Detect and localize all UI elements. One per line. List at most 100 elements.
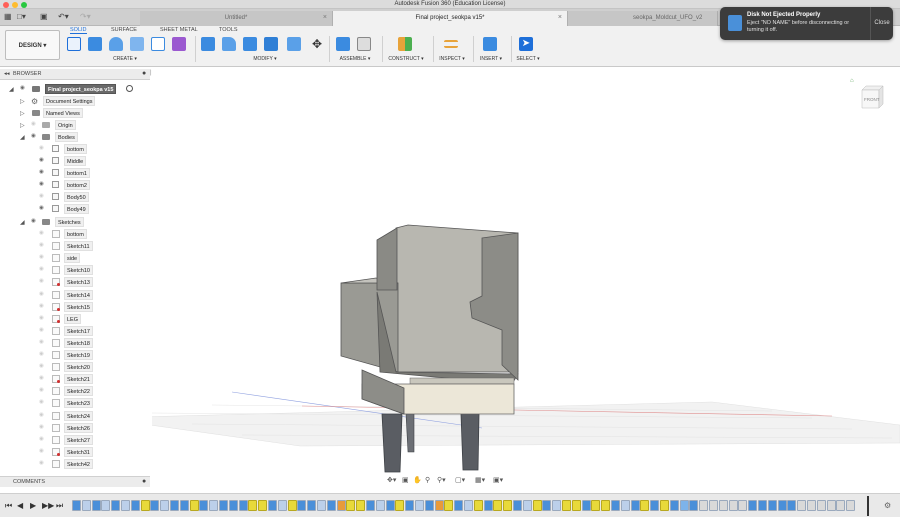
timeline-feature-icon[interactable] <box>415 500 424 511</box>
timeline-feature-icon[interactable] <box>277 500 287 511</box>
go-to-end-icon[interactable]: ⏭ <box>56 501 63 511</box>
body-item[interactable]: ◉ bottom2 <box>0 180 150 191</box>
timeline-feature-icon[interactable] <box>258 500 268 511</box>
timeline-feature-icon[interactable] <box>728 500 738 511</box>
insert-image-icon[interactable] <box>483 37 497 51</box>
timeline-feature-icon[interactable] <box>601 500 611 511</box>
chevron-down-icon[interactable]: ◢ <box>20 219 25 226</box>
tab-final-project[interactable]: Final project_seokpa v15* × <box>333 11 568 26</box>
timeline-feature-icon[interactable] <box>748 500 758 511</box>
timeline-feature-icon[interactable] <box>493 500 503 511</box>
timeline-feature-icon[interactable] <box>189 500 199 511</box>
timeline-feature-icon[interactable] <box>434 500 444 511</box>
create-menu[interactable]: CREATE ▾ <box>100 56 150 62</box>
timeline-feature-icon[interactable] <box>640 500 650 511</box>
orbit-icon[interactable]: ✥▾ <box>387 476 396 484</box>
timeline-feature-icon[interactable] <box>444 500 454 511</box>
tab-untitled[interactable]: Untitled* × <box>140 11 333 26</box>
timeline-feature-icon[interactable] <box>483 500 493 511</box>
tree-sketches[interactable]: ◢ ◉ Sketches <box>0 217 150 228</box>
timeline-feature-icon[interactable] <box>464 500 473 511</box>
eye-hidden-icon[interactable]: ◉ <box>39 291 48 299</box>
body-item[interactable]: ◉ bottom <box>0 144 150 155</box>
save-icon[interactable]: ▣ <box>40 12 48 21</box>
eye-icon[interactable]: ◉ <box>31 218 40 226</box>
close-icon[interactable]: × <box>323 14 327 21</box>
timeline-feature-icon[interactable] <box>611 500 620 511</box>
timeline-feature-icon[interactable] <box>248 500 258 511</box>
construct-menu[interactable]: CONSTRUCT ▾ <box>385 56 427 62</box>
timeline-feature-icon[interactable] <box>307 500 317 511</box>
chevron-down-icon[interactable]: ◢ <box>20 134 25 141</box>
measure-icon[interactable] <box>444 40 458 48</box>
sketch-item[interactable]: ◉ Sketch26 <box>0 422 150 434</box>
eye-hidden-icon[interactable]: ◉ <box>39 399 48 407</box>
sketch-item[interactable]: ◉ LEG <box>0 313 150 325</box>
timeline-feature-icon[interactable] <box>287 500 297 511</box>
joint-icon[interactable] <box>357 37 371 51</box>
timeline-feature-icon[interactable] <box>130 500 140 511</box>
timeline-feature-icon[interactable] <box>571 500 581 511</box>
modify-menu[interactable]: MODIFY ▾ <box>240 56 290 62</box>
timeline-feature-icon[interactable] <box>101 500 111 511</box>
play-icon[interactable]: ▶ <box>30 501 36 510</box>
eye-icon[interactable]: ◉ <box>20 85 29 93</box>
timeline-feature-icon[interactable] <box>807 500 816 511</box>
eye-hidden-icon[interactable]: ◉ <box>39 230 48 238</box>
timeline-feature-icon[interactable] <box>542 500 552 511</box>
timeline-feature-icon[interactable] <box>424 500 434 511</box>
eye-hidden-icon[interactable]: ◉ <box>39 303 48 311</box>
timeline-feature-icon[interactable] <box>562 500 571 511</box>
timeline-feature-icon[interactable] <box>179 500 189 511</box>
body-item[interactable]: ◉ Body49 <box>0 204 150 215</box>
grid-settings-icon[interactable]: ▦▾ <box>475 476 485 484</box>
sketch-item[interactable]: ◉ Sketch19 <box>0 350 150 361</box>
revolve-icon[interactable] <box>109 37 123 51</box>
timeline-feature-icon[interactable] <box>219 500 228 511</box>
zoom-icon[interactable]: ⚲ <box>425 476 430 484</box>
timeline-feature-icon[interactable] <box>209 500 219 511</box>
eye-hidden-icon[interactable]: ◉ <box>39 278 48 286</box>
timeline-feature-icon[interactable] <box>689 500 699 511</box>
fillet-icon[interactable] <box>222 37 236 51</box>
timeline-feature-icon[interactable] <box>268 500 277 511</box>
timeline-feature-icon[interactable] <box>787 500 797 511</box>
timeline-feature-icon[interactable] <box>170 500 179 511</box>
eye-hidden-icon[interactable]: ◉ <box>39 387 48 395</box>
select-menu[interactable]: SELECT ▾ <box>514 56 542 62</box>
timeline-feature-icon[interactable] <box>758 500 767 511</box>
sketch-item[interactable]: ◉ Sketch14 <box>0 289 150 301</box>
sketch-item[interactable]: ◉ Sketch23 <box>0 398 150 409</box>
undo-icon[interactable]: ↶▾ <box>58 12 69 21</box>
eye-hidden-icon[interactable]: ◉ <box>39 351 48 359</box>
timeline-feature-icon[interactable] <box>552 500 562 511</box>
tree-root[interactable]: ◢ ◉ Final project_seokpa v15 <box>0 84 150 95</box>
step-forward-icon[interactable]: ▶▶ <box>42 501 54 510</box>
sweep-icon[interactable] <box>130 37 144 51</box>
notification-close-button[interactable]: Close <box>870 7 893 40</box>
timeline-feature-icon[interactable] <box>660 500 669 511</box>
shell-icon[interactable] <box>264 37 278 51</box>
sketch-item[interactable]: ◉ Sketch21 <box>0 374 150 385</box>
form-icon[interactable] <box>172 37 186 51</box>
timeline-feature-icon[interactable] <box>718 500 728 511</box>
eye-hidden-icon[interactable]: ◉ <box>39 315 48 323</box>
sketch-item[interactable]: ◉ Sketch22 <box>0 386 150 397</box>
timeline-feature-icon[interactable] <box>346 500 356 511</box>
timeline-feature-icon[interactable] <box>91 500 101 511</box>
timeline-feature-icon[interactable] <box>297 500 307 511</box>
chevron-down-icon[interactable]: ◢ <box>9 86 14 93</box>
timeline-feature-icon[interactable] <box>238 500 248 511</box>
timeline-feature-icon[interactable] <box>767 500 777 511</box>
sketch-item[interactable]: ◉ Sketch11 <box>0 241 150 252</box>
timeline-marker[interactable] <box>867 496 869 516</box>
sketch-item[interactable]: ◉ Sketch42 <box>0 458 150 470</box>
look-at-icon[interactable]: ▣ <box>402 476 409 484</box>
tree-bodies[interactable]: ◢ ◉ Bodies <box>0 132 150 143</box>
body-item[interactable]: ◉ Body50 <box>0 192 150 203</box>
chamfer-icon[interactable] <box>243 37 257 51</box>
eye-hidden-icon[interactable]: ◉ <box>31 121 40 129</box>
home-view-icon[interactable]: ⌂ <box>850 78 854 84</box>
viewcube[interactable]: FRONT <box>857 82 887 112</box>
chevron-right-icon[interactable]: ▷ <box>20 98 25 105</box>
